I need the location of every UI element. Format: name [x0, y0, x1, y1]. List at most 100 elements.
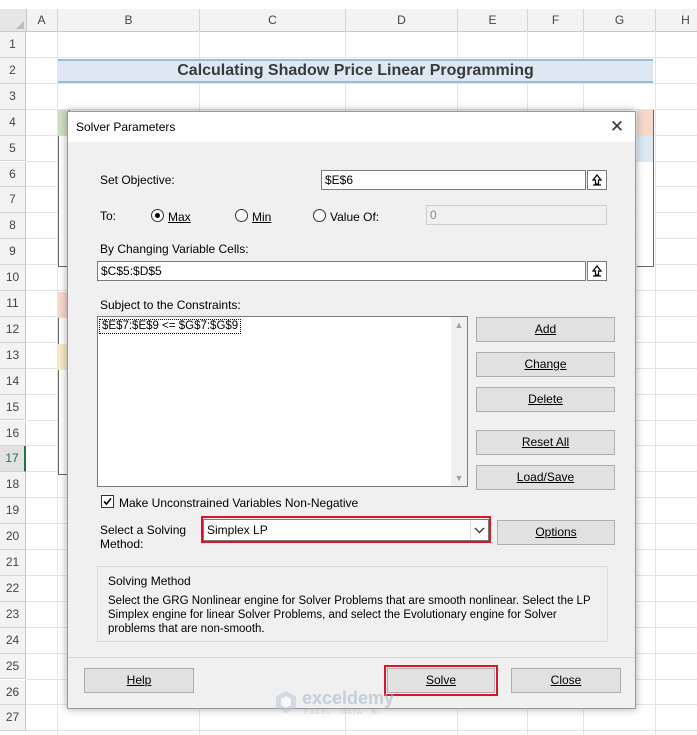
help-button-label: Help	[126, 673, 152, 687]
row-header[interactable]: 8	[0, 213, 26, 240]
changing-cells-input[interactable]: $C$5:$D$5	[97, 261, 586, 281]
solving-method-info-text: Select the GRG Nonlinear engine for Solv…	[108, 594, 603, 636]
options-button[interactable]: Options	[497, 520, 615, 545]
value-of-radio[interactable]	[313, 209, 326, 222]
column-header-g[interactable]: G	[584, 9, 656, 31]
column-header-c[interactable]: C	[200, 9, 346, 31]
min-radio[interactable]	[235, 209, 248, 222]
row-header[interactable]: 10	[0, 265, 26, 291]
row-header[interactable]: 23	[0, 601, 26, 628]
close-button[interactable]: Close	[511, 668, 621, 693]
to-label: To:	[100, 209, 117, 223]
changing-cells-label: By Changing Variable Cells:	[100, 242, 249, 256]
watermark-tagline: EXCEL · DATA · BI	[304, 709, 380, 716]
row-header[interactable]: 26	[0, 679, 26, 706]
dialog-divider	[68, 657, 635, 658]
row-header[interactable]: 3	[0, 83, 26, 110]
scroll-up-icon[interactable]: ▲	[451, 317, 467, 333]
solving-method-value: Simplex LP	[207, 523, 268, 537]
close-icon[interactable]: ✕	[599, 112, 635, 142]
column-header-b[interactable]: B	[58, 9, 200, 31]
row-gridline	[26, 56, 697, 58]
delete-button[interactable]: Delete	[476, 387, 615, 412]
constraints-scrollbar[interactable]: ▲ ▼	[451, 317, 467, 486]
value-of-radio-label[interactable]: Value Of:	[330, 210, 379, 224]
row-header[interactable]: 17	[0, 446, 26, 473]
column-gridline	[655, 31, 656, 735]
select-all-corner[interactable]	[0, 9, 27, 31]
dialog-titlebar[interactable]: Solver Parameters ✕	[68, 112, 635, 142]
cell-fragment-right-blue	[637, 136, 653, 162]
load-save-button-label: Load/Save	[516, 470, 575, 484]
row-header[interactable]: 24	[0, 627, 26, 654]
value-of-input[interactable]: 0	[426, 205, 607, 225]
solve-button-label: Solve	[425, 673, 457, 687]
row-header[interactable]: 5	[0, 135, 26, 162]
watermark-name: exceldemy	[302, 688, 395, 708]
solving-method-label-line1: Select a Solving	[100, 523, 187, 537]
non-negative-label[interactable]: Make Unconstrained Variables Non-Negativ…	[119, 496, 358, 510]
column-header-h[interactable]: H	[656, 9, 697, 31]
row-header[interactable]: 19	[0, 498, 26, 525]
chevron-down-icon[interactable]	[470, 520, 488, 540]
row-header[interactable]: 7	[0, 187, 26, 214]
constraints-listbox[interactable]: $E$7:$E$9 <= $G$7:$G$9 ▲ ▼	[97, 316, 468, 487]
reset-all-button[interactable]: Reset All	[476, 430, 615, 455]
solving-method-label-line2: Method:	[100, 537, 144, 551]
load-save-button[interactable]: Load/Save	[476, 465, 615, 490]
row-header[interactable]: 18	[0, 472, 26, 499]
max-radio-label[interactable]: Max	[168, 210, 191, 224]
reset-all-button-label: Reset All	[521, 435, 570, 449]
row-header[interactable]: 25	[0, 653, 26, 680]
column-header-a[interactable]: A	[26, 9, 58, 31]
constraint-item[interactable]: $E$7:$E$9 <= $G$7:$G$9	[99, 319, 242, 334]
set-objective-collapse-button[interactable]	[587, 170, 607, 190]
exceldemy-watermark: exceldemy EXCEL · DATA · BI	[274, 688, 424, 718]
row-header[interactable]: 13	[0, 342, 26, 369]
change-button-label: Change	[524, 357, 567, 371]
row-header[interactable]: 22	[0, 575, 26, 602]
solving-method-info-title: Solving Method	[108, 574, 191, 588]
row-header[interactable]: 15	[0, 394, 26, 421]
row-header[interactable]: 11	[0, 291, 26, 317]
row-header[interactable]: 27	[0, 705, 26, 732]
row-header[interactable]: 16	[0, 420, 26, 447]
dialog-title: Solver Parameters	[76, 120, 176, 134]
changing-cells-collapse-button[interactable]	[587, 261, 607, 281]
cell-fragment-right-peach	[637, 110, 653, 136]
sheet-title[interactable]: Calculating Shadow Price Linear Programm…	[58, 59, 653, 83]
row-header[interactable]: 9	[0, 239, 26, 266]
change-button[interactable]: Change	[476, 352, 615, 377]
scroll-down-icon[interactable]: ▼	[451, 470, 467, 486]
row-header[interactable]: 12	[0, 316, 26, 343]
row-header[interactable]: 2	[0, 57, 26, 84]
constraints-label: Subject to the Constraints:	[100, 298, 241, 312]
solver-parameters-dialog: Solver Parameters ✕ Set Objective: $E$6 …	[67, 111, 636, 709]
set-objective-input[interactable]: $E$6	[321, 170, 586, 190]
column-header-bar: A B C D E F G H	[0, 9, 697, 32]
row-header[interactable]: 14	[0, 368, 26, 395]
column-header-f[interactable]: F	[528, 9, 584, 31]
column-header-e[interactable]: E	[458, 9, 528, 31]
add-button[interactable]: Add	[476, 317, 615, 342]
close-button-label: Close	[550, 673, 582, 687]
row-header[interactable]: 20	[0, 524, 26, 550]
row-gridline	[26, 108, 697, 110]
row-header[interactable]: 4	[0, 109, 26, 136]
solving-method-info-box: Solving Method Select the GRG Nonlinear …	[97, 566, 608, 642]
dialog-content-panel: Set Objective: $E$6 To: Max Min Value Of…	[84, 157, 621, 692]
min-radio-label[interactable]: Min	[252, 210, 271, 224]
max-radio[interactable]	[151, 209, 164, 222]
row-header[interactable]: 6	[0, 161, 26, 188]
column-header-d[interactable]: D	[346, 9, 458, 31]
set-objective-label: Set Objective:	[100, 173, 175, 187]
solving-method-info-line3: problems that are non-smooth.	[108, 623, 265, 635]
help-button[interactable]: Help	[84, 668, 194, 693]
row-header[interactable]: 21	[0, 550, 26, 576]
add-button-label: Add	[534, 322, 557, 336]
exceldemy-logo-icon	[274, 690, 298, 717]
non-negative-checkbox[interactable]	[101, 495, 114, 508]
row-header[interactable]: 1	[0, 32, 26, 58]
solving-method-select[interactable]: Simplex LP	[203, 519, 489, 541]
solving-method-info-line2: Simplex engine for linear Solver Problem…	[108, 609, 557, 621]
